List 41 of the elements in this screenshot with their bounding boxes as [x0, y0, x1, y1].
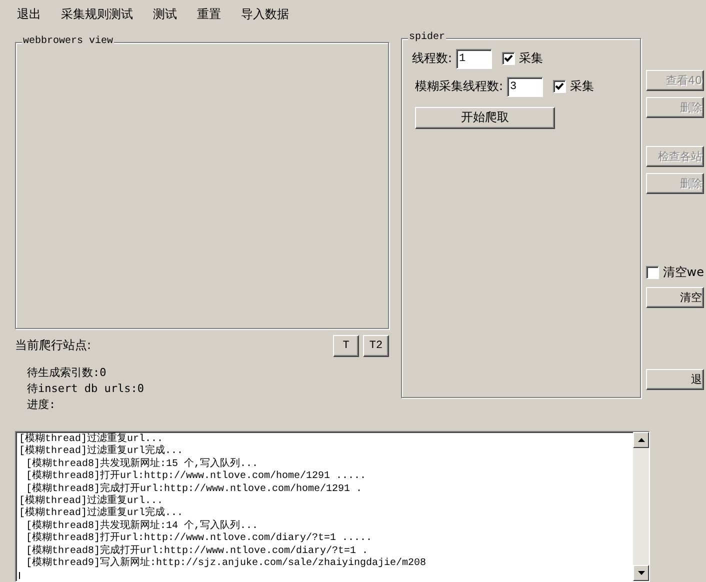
- side-button[interactable]: 退: [646, 368, 704, 390]
- start-crawl-button[interactable]: 开始爬取: [415, 106, 555, 129]
- checkbox[interactable]: [553, 80, 566, 94]
- panel-title: spider: [408, 32, 446, 44]
- log-line: [模糊thread9]写入新网址:http://sjz.anjuke.com/sale/zhaiyingdajie/m208: [25, 558, 428, 570]
- clear-checkbox-label: 清空we: [662, 264, 704, 281]
- thread-count-field[interactable]: 3: [507, 76, 544, 97]
- log-line: [模糊thread8]共发现新网址:15 个,写入队列...: [25, 458, 260, 470]
- log-line: [模糊thread8]完成打开url:http://www.ntlove.com/home/1291 .: [26, 484, 364, 495]
- menu-item[interactable]: 退出: [13, 6, 45, 24]
- text-cursor: [19, 572, 20, 579]
- scroll-down-icon[interactable]: [633, 565, 649, 581]
- scrollbar[interactable]: [633, 432, 649, 581]
- t-button[interactable]: T: [333, 334, 359, 357]
- log-line: [模糊thread8]完成打开url:http://www.ntlove.com/diary/?t=1 .: [25, 546, 370, 557]
- collect-label: 采集: [519, 50, 544, 68]
- scroll-up-icon[interactable]: [633, 432, 649, 448]
- log-line: [模糊thread8]打开url:http://www.ntlove.com/diary/?t=1 .....: [25, 533, 374, 544]
- menu-item[interactable]: 测试: [149, 6, 181, 24]
- log-line: [模糊thread]过滤重复url完成...: [19, 446, 184, 458]
- log-line: [模糊thread]过滤重复url...: [19, 434, 164, 445]
- stat-text: 进度:: [27, 396, 57, 412]
- t-button[interactable]: T2: [363, 334, 389, 357]
- menu-item[interactable]: 重置: [193, 6, 225, 24]
- log-line: [模糊thread]过滤重复url...: [19, 496, 164, 508]
- log-line: [模糊thread8]打开url:http://www.ntlove.com/home/1291 .....: [25, 471, 368, 482]
- log-area[interactable]: [15, 431, 650, 582]
- collect-label: 采集: [570, 78, 594, 96]
- thread-count-label: 线程数:: [412, 50, 452, 68]
- stat-text: 待insert db urls:0: [27, 380, 145, 396]
- menu-item[interactable]: 导入数据: [237, 6, 293, 24]
- stat-text: 待生成索引数:0: [27, 364, 108, 380]
- thread-count-field[interactable]: 1: [456, 48, 492, 69]
- log-line: [模糊thread8]共发现新网址:14 个,写入队列...: [25, 520, 260, 532]
- current-site-label: 当前爬行站点:: [15, 337, 92, 354]
- log-line: [模糊thread]过滤重复url完成...: [19, 508, 184, 520]
- side-button[interactable]: 清空: [646, 286, 704, 308]
- thread-count-label: 模糊采集线程数:: [415, 78, 504, 96]
- checkbox[interactable]: [502, 52, 516, 66]
- menu-item[interactable]: 采集规则测试: [57, 6, 137, 24]
- checkbox[interactable]: [646, 266, 659, 279]
